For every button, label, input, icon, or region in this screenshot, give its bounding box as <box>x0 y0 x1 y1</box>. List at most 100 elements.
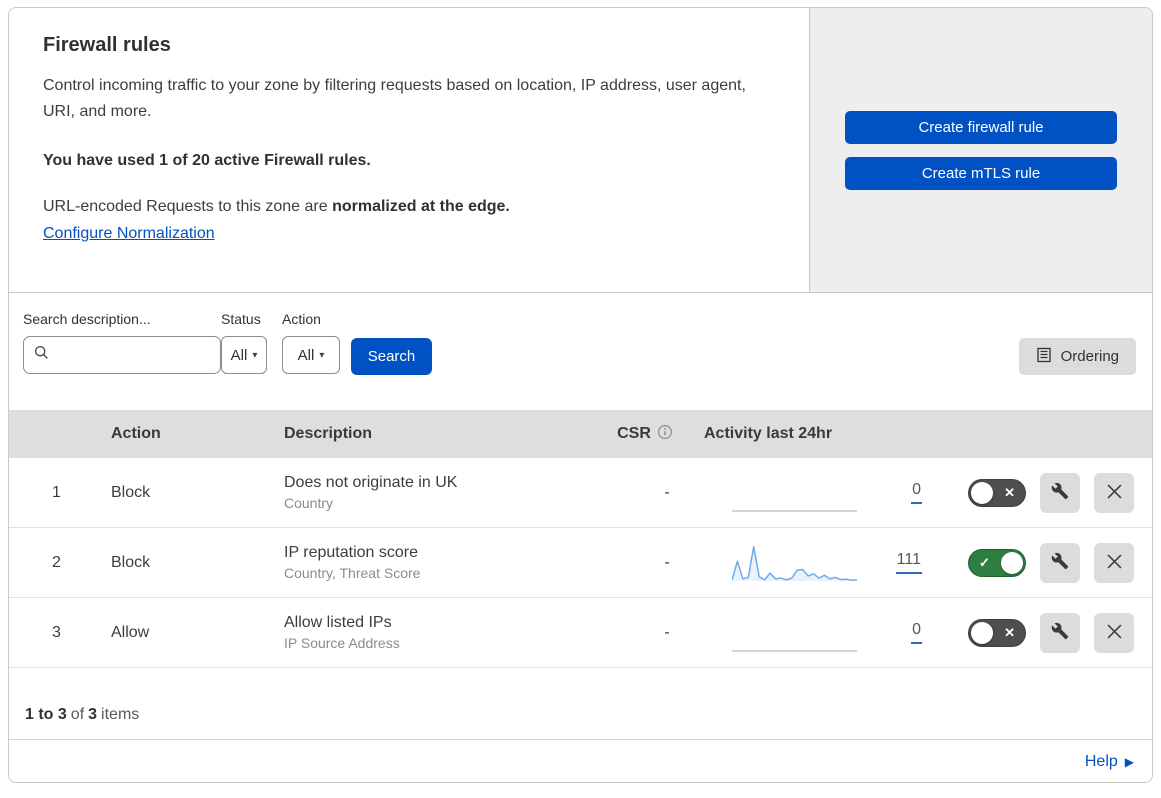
info-circle-icon[interactable] <box>657 424 673 445</box>
delete-rule-button[interactable] <box>1094 542 1134 583</box>
rule-priority: 1 <box>52 483 61 501</box>
ordering-button-label: Ordering <box>1060 348 1119 365</box>
table-header: Action Description CSR Activity last 24h… <box>9 410 1152 458</box>
magnifier-icon <box>34 345 49 365</box>
toggle-knob <box>1001 551 1023 574</box>
help-bar: Help ▶ <box>9 740 1152 782</box>
rule-priority: 2 <box>52 553 61 571</box>
status-filter-group: Status All ▾ <box>221 311 282 374</box>
rule-description-cell[interactable]: Allow listed IPs IP Source Address <box>276 614 622 651</box>
page-title: Firewall rules <box>43 34 171 56</box>
rule-criteria: Country <box>284 495 334 511</box>
hero-text-panel: Firewall rules Control incoming traffic … <box>9 8 809 292</box>
pagination-bar: 1 to 3 of 3 items <box>9 668 1152 740</box>
action-label: Action <box>282 311 321 327</box>
rule-csr: - <box>664 483 670 501</box>
rule-action: Block <box>111 483 151 501</box>
header-csr-label: CSR <box>617 425 651 442</box>
search-input[interactable] <box>57 346 210 364</box>
table-row: 2 Block IP reputation score Country, Thr… <box>9 528 1152 598</box>
help-link[interactable]: Help ▶ <box>1085 753 1134 771</box>
action-filter-group: Action All ▾ <box>282 311 340 374</box>
activity-sparkline <box>732 509 857 512</box>
table-row: 1 Block Does not originate in UK Country… <box>9 458 1152 528</box>
hero-section: Firewall rules Control incoming traffic … <box>9 8 1152 293</box>
status-value: All <box>230 346 248 364</box>
rule-enabled-toggle[interactable]: ✓ ✕ <box>968 478 1026 507</box>
status-label: Status <box>221 311 261 327</box>
pagination-total: 3 <box>88 706 98 723</box>
rule-criteria: Country, Threat Score <box>284 565 421 581</box>
rule-action: Block <box>111 553 151 571</box>
page-description: Control incoming traffic to your zone by… <box>43 77 746 120</box>
x-icon: ✕ <box>1004 624 1015 640</box>
search-group: Search description... <box>23 311 221 374</box>
wrench-icon <box>1051 622 1069 643</box>
ordering-button[interactable]: Ordering <box>1018 338 1136 375</box>
rule-enabled-toggle[interactable]: ✓ ✕ <box>968 618 1026 647</box>
filter-bar: Search description... Status All ▾ Actio… <box>9 293 1152 410</box>
pagination-range: 1 to 3 <box>25 706 67 723</box>
pagination-of: of <box>70 706 85 723</box>
rule-description-cell[interactable]: Does not originate in UK Country <box>276 474 622 511</box>
search-input-wrapper <box>23 336 221 374</box>
x-icon <box>1107 554 1122 572</box>
header-activity: Activity last 24hr <box>704 425 833 442</box>
action-select[interactable]: All ▾ <box>282 336 340 374</box>
header-description: Description <box>284 425 373 442</box>
delete-rule-button[interactable] <box>1094 612 1134 653</box>
rule-action: Allow <box>111 623 150 641</box>
rule-csr: - <box>664 623 670 641</box>
normalization-prefix: URL-encoded Requests to this zone are <box>43 198 333 215</box>
delete-rule-button[interactable] <box>1094 472 1134 513</box>
rule-priority: 3 <box>52 623 61 641</box>
rule-description: Allow listed IPs <box>284 614 392 631</box>
x-icon <box>1107 484 1122 502</box>
wrench-icon <box>1051 482 1069 503</box>
rule-controls: ✓ ✕ <box>962 472 1152 513</box>
chevron-down-icon: ▾ <box>252 349 258 361</box>
toggle-knob <box>971 481 993 504</box>
action-value: All <box>297 346 315 364</box>
x-icon <box>1107 624 1122 642</box>
activity-count-link[interactable]: 111 <box>895 551 922 574</box>
edit-rule-button[interactable] <box>1040 542 1080 583</box>
configure-normalization-link[interactable]: Configure Normalization <box>43 225 215 242</box>
header-csr: CSR <box>590 424 700 445</box>
arrow-right-icon: ▶ <box>1124 755 1134 769</box>
usage-notice: You have used 1 of 20 active Firewall ru… <box>43 152 371 169</box>
create-mtls-rule-button[interactable]: Create mTLS rule <box>845 156 1117 190</box>
x-icon: ✕ <box>1004 484 1015 500</box>
rule-criteria: IP Source Address <box>284 635 400 651</box>
rule-enabled-toggle[interactable]: ✓ ✕ <box>968 548 1026 577</box>
check-icon: ✓ <box>979 554 990 570</box>
edit-rule-button[interactable] <box>1040 472 1080 513</box>
rule-csr: - <box>664 553 670 571</box>
header-action: Action <box>111 425 161 442</box>
rule-activity-cell: 111 <box>732 541 962 585</box>
activity-count-link[interactable]: 0 <box>911 621 922 644</box>
chevron-down-icon: ▾ <box>319 349 325 361</box>
search-button[interactable]: Search <box>351 338 432 375</box>
table-row: 3 Allow Allow listed IPs IP Source Addre… <box>9 598 1152 668</box>
help-link-label: Help <box>1084 753 1118 770</box>
normalization-notice: URL-encoded Requests to this zone are no… <box>43 198 769 216</box>
list-page-icon <box>1036 347 1052 367</box>
activity-sparkline <box>732 545 857 581</box>
create-firewall-rule-button[interactable]: Create firewall rule <box>845 110 1117 144</box>
normalization-bold: normalized at the edge. <box>332 198 510 215</box>
rule-controls: ✓ ✕ <box>962 542 1152 583</box>
edit-rule-button[interactable] <box>1040 612 1080 653</box>
rule-controls: ✓ ✕ <box>962 612 1152 653</box>
activity-count-link[interactable]: 0 <box>911 481 922 504</box>
rule-activity-cell: 0 <box>732 471 962 515</box>
wrench-icon <box>1051 552 1069 573</box>
rule-description: Does not originate in UK <box>284 474 458 491</box>
toggle-knob <box>971 621 993 644</box>
rule-description-cell[interactable]: IP reputation score Country, Threat Scor… <box>276 544 622 581</box>
activity-sparkline <box>732 649 857 652</box>
firewall-rules-card: Firewall rules Control incoming traffic … <box>8 7 1153 783</box>
pagination-items: items <box>101 706 140 723</box>
status-select[interactable]: All ▾ <box>221 336 267 374</box>
search-label: Search description... <box>23 311 151 327</box>
